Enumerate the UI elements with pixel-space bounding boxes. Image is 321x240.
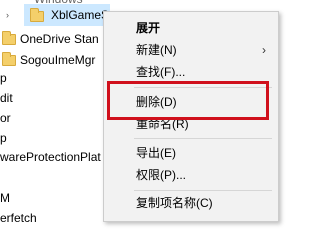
delete-highlight-box (107, 81, 269, 120)
menu-item-label: 展开 (136, 21, 161, 35)
menu-item-expand[interactable]: 展开 (104, 17, 278, 39)
menu-item-export[interactable]: 导出(E) (104, 142, 278, 164)
menu-item-copy-key-name[interactable]: 复制项名称(C) (104, 192, 278, 214)
tree-item-fragment[interactable]: erfetch (0, 209, 37, 227)
chevron-right-icon[interactable]: › (6, 10, 9, 20)
tree-item-onedrive[interactable]: OneDrive Stan (20, 30, 99, 48)
folder-icon (2, 52, 16, 66)
menu-separator (134, 190, 272, 191)
menu-item-new[interactable]: 新建(N) › (104, 39, 278, 61)
tree-item-fragment[interactable]: or (0, 109, 11, 127)
menu-item-label: 导出(E) (136, 146, 176, 160)
tree-item-fragment[interactable]: dit (0, 89, 13, 107)
submenu-arrow-icon: › (262, 43, 266, 57)
menu-separator (134, 138, 272, 139)
tree-item-fragment[interactable]: M (0, 189, 10, 207)
menu-item-label: 查找(F)... (136, 65, 186, 79)
tree-item-fragment[interactable]: wareProtectionPlat (0, 148, 101, 166)
menu-item-label: 权限(P)... (136, 168, 186, 182)
menu-item-permissions[interactable]: 权限(P)... (104, 164, 278, 186)
tree-item-sogouimemgr[interactable]: SogouImeMgr (20, 51, 95, 69)
folder-icon (30, 8, 44, 22)
menu-item-label: 新建(N) (136, 43, 177, 57)
tree-item-fragment[interactable]: p (0, 69, 7, 87)
folder-icon (2, 31, 16, 45)
registry-editor-screen: Windows › XblGameSa OneDrive Stan SogouI… (0, 0, 321, 230)
tree-item-fragment[interactable]: p (0, 129, 7, 147)
menu-item-find[interactable]: 查找(F)... (104, 61, 278, 83)
menu-item-label: 复制项名称(C) (136, 196, 213, 210)
